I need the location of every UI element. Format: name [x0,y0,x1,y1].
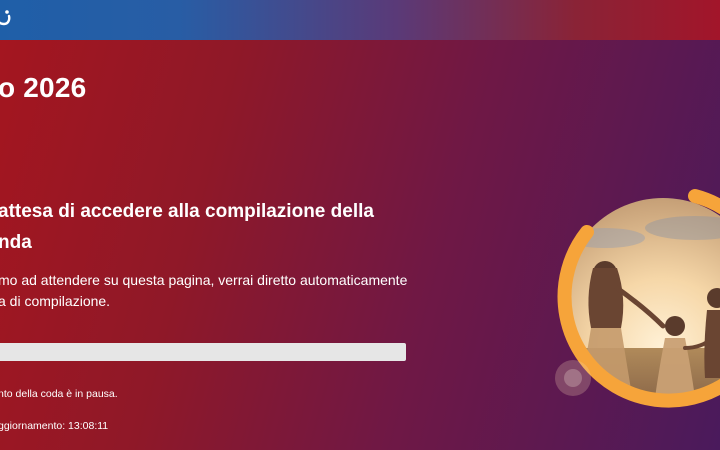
queue-progress-bar [0,343,406,361]
waiting-heading-line1: attesa di accedere alla compilazione del… [0,201,374,222]
queue-status-text: nto della coda è in pausa. [0,388,118,400]
last-update-text: ggiornamento: 13:08:11 [0,420,109,432]
family-sunset-illustration [545,178,720,450]
waiting-description: mo ad attendere su questa pagina, verrai… [0,270,418,312]
circular-smile-logo-icon[interactable] [0,8,12,28]
waiting-description-line2: a di compilazione. [0,293,111,309]
waiting-heading: attesa di accedere alla compilazione del… [0,196,398,258]
page-title: o 2026 [0,72,87,103]
waiting-room-page: o 2026 attesa di accedere alla compilazi… [0,0,720,450]
waiting-description-line1: mo ad attendere su questa pagina, verrai… [0,272,408,288]
top-header-bar [0,0,720,40]
waiting-heading-line2: nda [0,232,32,253]
